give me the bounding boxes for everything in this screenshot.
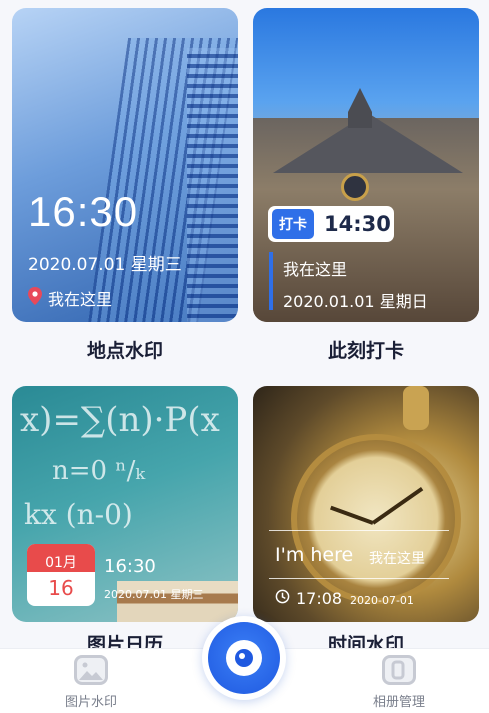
camera-eye-icon — [226, 640, 262, 676]
watermark-time: 17:08 — [275, 589, 342, 608]
watermark-time-text: 17:08 — [296, 589, 343, 608]
camera-eye-glint — [239, 653, 245, 659]
watch-crown — [403, 386, 429, 430]
card-label[interactable]: 地点水印 — [12, 336, 238, 363]
card-time-watermark[interactable]: I'm here 我在这里 17:08 2020-07-01 — [253, 386, 479, 622]
card-label[interactable]: 此刻打卡 — [253, 336, 479, 363]
card-location-watermark[interactable]: 16:30 2020.07.01 星期三 我在这里 — [12, 8, 238, 322]
calendar-day: 16 — [48, 576, 74, 600]
camera-eye-pupil — [235, 649, 253, 667]
album-icon — [382, 655, 416, 685]
checkin-badge: 打卡 14:30 — [268, 206, 394, 242]
tower-shape — [348, 88, 372, 128]
divider — [269, 578, 449, 579]
camera-button[interactable] — [208, 622, 280, 694]
watermark-location: 我在这里 — [28, 286, 112, 310]
calendar-date: 2020.07.01 星期三 — [104, 588, 204, 601]
tower-clock — [341, 173, 369, 201]
clock-icon — [275, 589, 290, 608]
checkin-location: 我在这里 — [283, 260, 348, 279]
chalk-formula: x)=∑(n)·P(x — [20, 400, 220, 440]
nav-label: 相册管理 — [372, 695, 425, 710]
nav-image-watermark[interactable]: 图片水印 — [36, 649, 146, 710]
divider — [269, 530, 449, 531]
card-photo-calendar[interactable]: x)=∑(n)·P(x n=0 ⁿ/ₖ kx (n-0) 01月 16 16:3… — [12, 386, 238, 622]
checkin-tag: 打卡 — [272, 209, 314, 239]
calendar-time: 16:30 — [104, 556, 156, 577]
watermark-date: 2020-07-01 — [350, 594, 414, 607]
calendar-month: 01月 — [27, 544, 95, 572]
accent-bar — [269, 252, 273, 310]
chalk-formula: kx (n-0) — [24, 498, 133, 531]
watermark-time: 16:30 — [28, 188, 139, 235]
checkin-time: 14:30 — [324, 212, 391, 236]
nav-album-management[interactable]: 相册管理 — [344, 649, 454, 710]
nav-label: 图片水印 — [64, 695, 117, 710]
screen: 16:30 2020.07.01 星期三 我在这里 地点水印 打卡 14:30 … — [0, 0, 489, 713]
chalk-formula: n=0 ⁿ/ₖ — [52, 456, 145, 486]
calendar-badge: 01月 16 — [27, 544, 95, 606]
watermark-date: 2020.07.01 星期三 — [28, 255, 182, 275]
imhere-text: I'm here — [275, 544, 354, 566]
location-pin-icon — [28, 287, 42, 309]
building-photo-side — [187, 48, 238, 322]
watermark-location: 我在这里 — [369, 551, 425, 567]
image-icon — [74, 655, 108, 685]
card-checkin[interactable]: 打卡 14:30 我在这里 2020.01.01 星期日 — [253, 8, 479, 322]
checkin-date: 2020.01.01 星期日 — [283, 292, 428, 311]
watermark-location-text: 我在这里 — [48, 290, 113, 309]
